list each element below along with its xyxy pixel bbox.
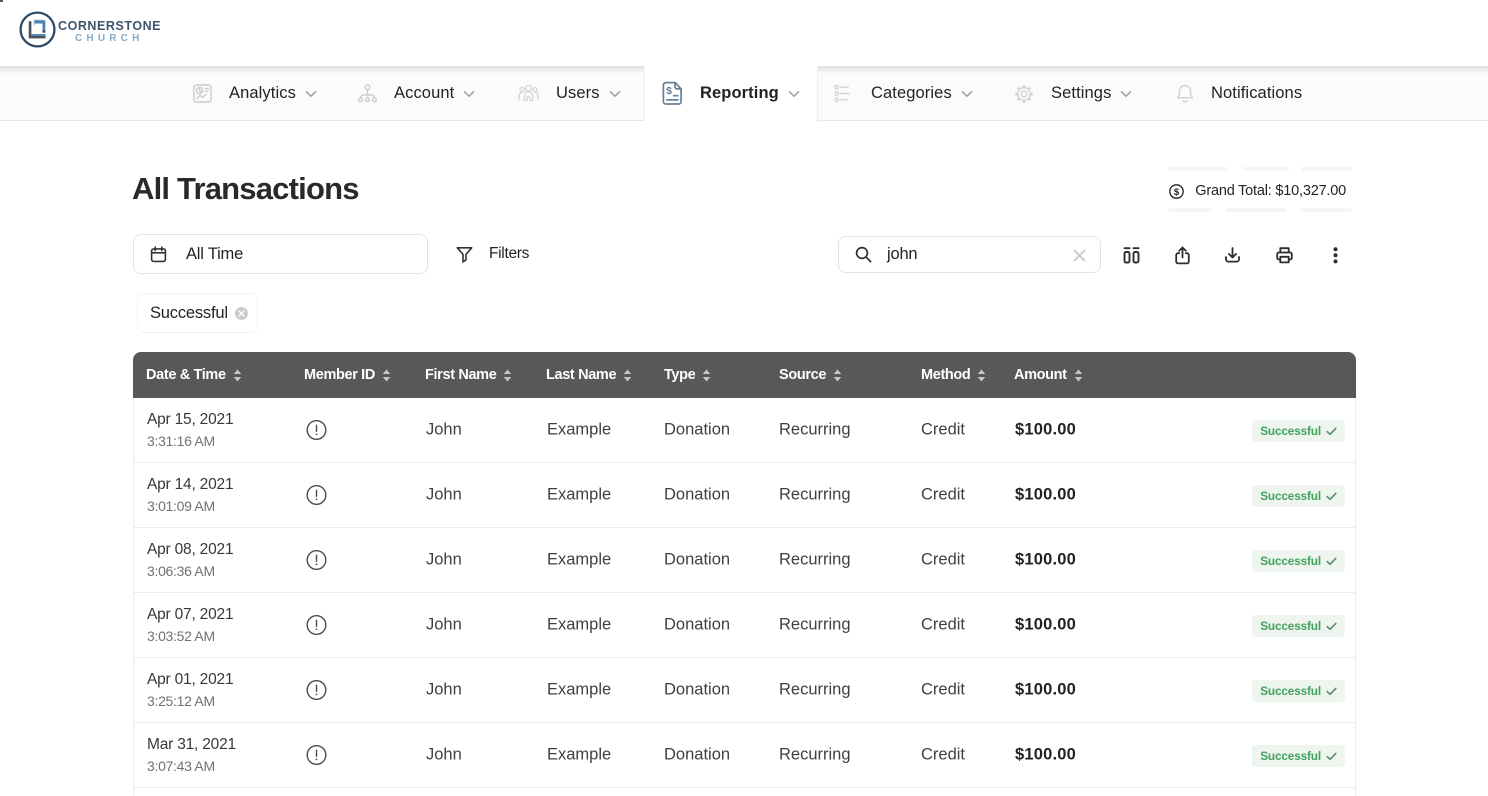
svg-text:$: $ <box>666 85 672 97</box>
svg-text:$: $ <box>1174 187 1180 198</box>
